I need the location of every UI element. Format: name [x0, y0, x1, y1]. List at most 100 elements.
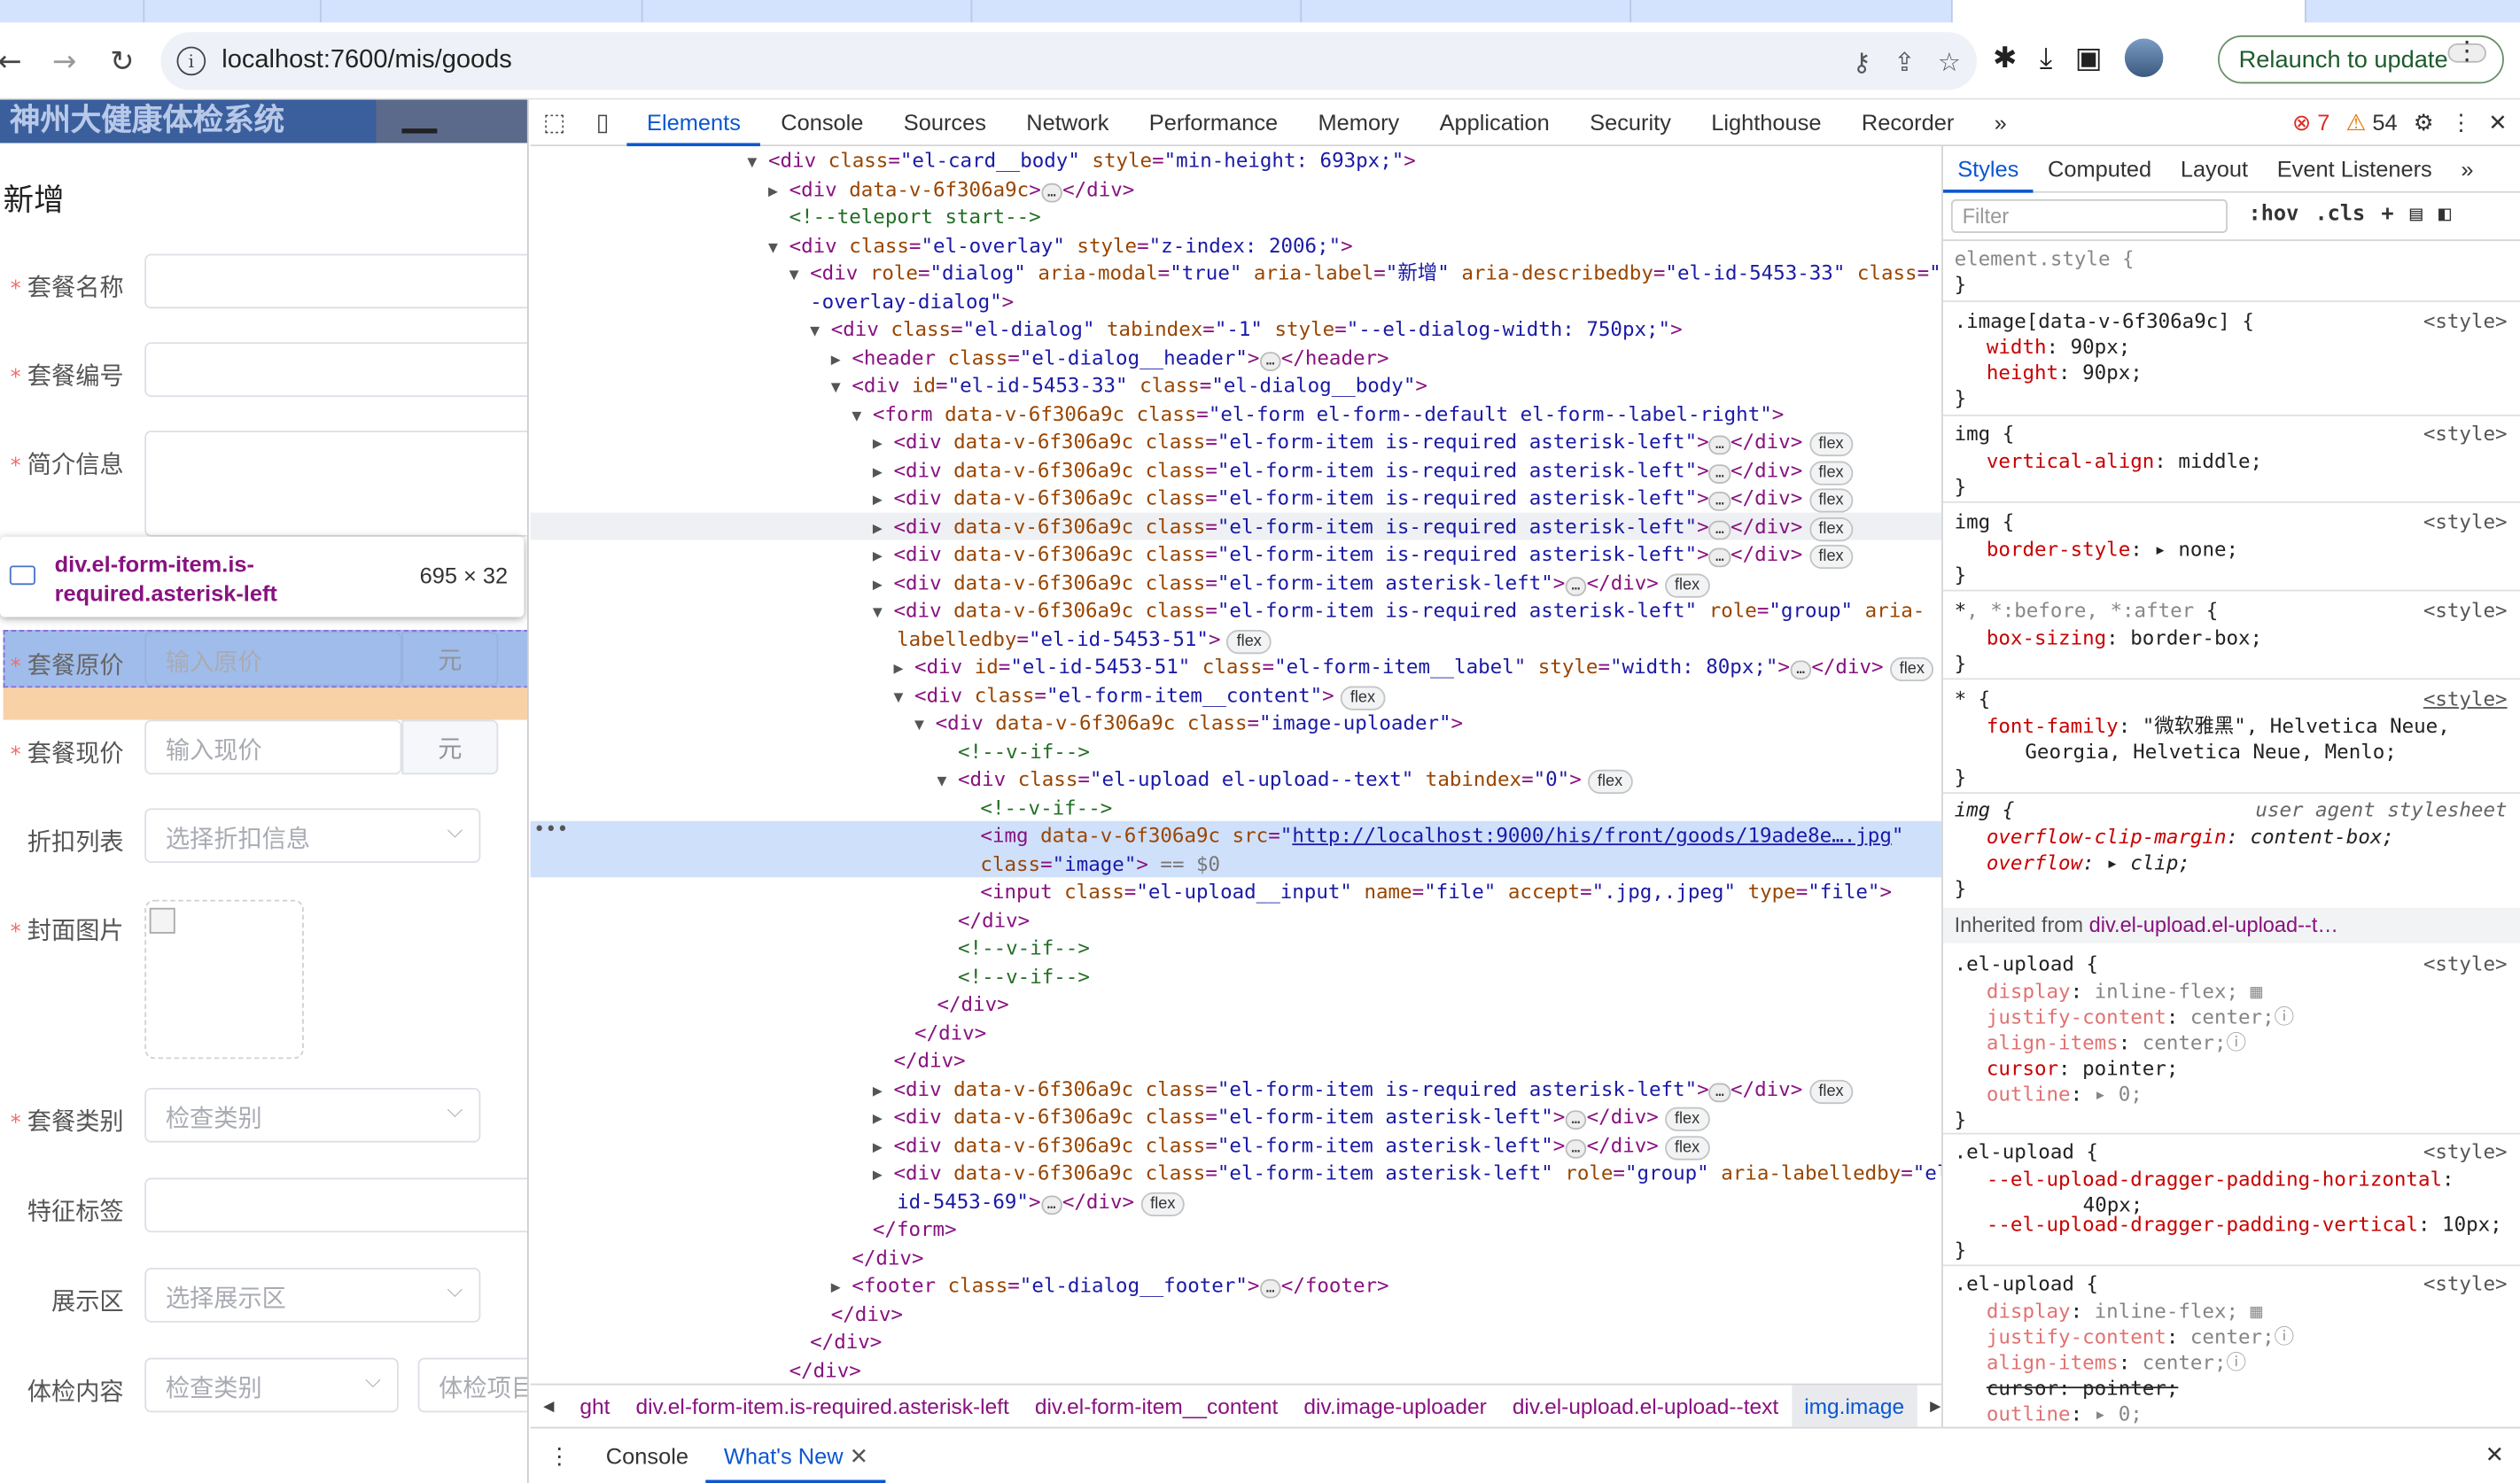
reload-icon[interactable]: ↻ [99, 39, 144, 84]
side-panel-icon[interactable]: ▣ [2075, 41, 2103, 74]
relaunch-button[interactable]: Relaunch to update ⋮ [2218, 35, 2504, 84]
css-declaration[interactable]: outline: ▸ 0; [1955, 1082, 2517, 1107]
dom-node[interactable]: </div> [531, 990, 1942, 1018]
css-declaration[interactable]: cursor: pointer; [1955, 1056, 2517, 1082]
more-menu-icon[interactable]: ⋮ [2447, 39, 2486, 65]
package-code-input[interactable] [144, 342, 527, 398]
site-info-icon[interactable]: i [176, 46, 206, 76]
tab-performance[interactable]: Performance [1129, 99, 1298, 146]
exam-item-select[interactable]: 体检项目 [417, 1357, 527, 1413]
tab-elements[interactable]: Elements [626, 99, 761, 146]
error-count[interactable]: ⊗ 7 [2292, 109, 2329, 136]
dom-node[interactable]: <!--v-if--> [531, 737, 1942, 765]
drawer-tab-whats-new[interactable]: What's New ✕ [705, 1429, 886, 1483]
css-declaration[interactable]: justify-content: center;ⓘ [1955, 1005, 2517, 1030]
css-declaration[interactable]: outline: ▸ 0; [1955, 1401, 2517, 1427]
key-icon[interactable]: ⚷ [1852, 46, 1871, 76]
styles-filter-input[interactable]: Filter [1950, 198, 2228, 234]
drawer-menu-icon[interactable]: ⋮ [531, 1429, 588, 1482]
css-selector[interactable]: .image[data-v-6f306a9c] {<style> [1955, 308, 2517, 334]
bookmark-star-icon[interactable]: ☆ [1938, 46, 1961, 76]
dom-node[interactable]: ▼ <div data-v-6f306a9c class="el-form-ite… [531, 596, 1942, 625]
css-declaration[interactable]: vertical-align: middle; [1955, 448, 2517, 474]
dom-node[interactable]: ▼ <form data-v-6f306a9c class="el-form el… [531, 400, 1942, 428]
css-declaration[interactable]: overflow: ▸ clip; [1955, 850, 2517, 876]
settings-gear-icon[interactable]: ⚙ [2414, 109, 2434, 136]
css-declaration[interactable]: display: inline-flex; ▦ [1955, 979, 2517, 1005]
dom-node[interactable]: ▶ <div data-v-6f306a9c class="el-form-ite… [531, 455, 1942, 485]
dom-node[interactable]: ▶ <div data-v-6f306a9c class="el-form-ite… [531, 1159, 1941, 1187]
dom-node[interactable]: </div> [531, 1046, 1942, 1075]
breadcrumb-item[interactable]: div.image-uploader [1291, 1394, 1499, 1417]
dom-node[interactable]: </div> [531, 1243, 1942, 1271]
css-declaration[interactable]: display: inline-flex; ▦ [1955, 1299, 2517, 1324]
browser-tab[interactable] [1302, 0, 1632, 23]
breadcrumb-scroll-left-icon[interactable]: ◂ [531, 1394, 567, 1419]
profile-avatar[interactable] [2124, 38, 2164, 78]
original-price-input[interactable]: 输入原价 [144, 631, 402, 687]
current-price-input[interactable]: 输入现价 [144, 719, 402, 775]
browser-tab[interactable] [972, 0, 1303, 23]
more-tabs-icon[interactable]: » [1974, 99, 2026, 146]
dom-node[interactable]: <!--teleport start--> [531, 203, 1942, 231]
tab-network[interactable]: Network [1007, 99, 1130, 146]
dom-node[interactable]: ▼ <div data-v-6f306a9c class="image-uploa… [531, 709, 1942, 737]
dom-node[interactable]: ▼ <div class="el-overlay" style="z-index:… [531, 230, 1942, 259]
dom-node[interactable]: </form> [531, 1215, 1942, 1243]
css-declaration[interactable]: border-style: ▸ none; [1955, 537, 2517, 563]
more-tabs-icon[interactable]: » [2446, 146, 2488, 192]
tab-sources[interactable]: Sources [883, 99, 1007, 146]
paint-icon[interactable]: ▤ [2410, 203, 2423, 227]
dom-node[interactable]: </div> [531, 1355, 1942, 1384]
breadcrumb-item[interactable]: div.el-upload.el-upload--text [1499, 1394, 1791, 1417]
dom-node[interactable]: ▶ <header class="el-dialog__header">… </he… [531, 343, 1942, 371]
css-declaration[interactable]: height: 90px; [1955, 360, 2517, 385]
image-uploader[interactable] [144, 899, 304, 1060]
download-icon[interactable]: ⤓ [2040, 41, 2052, 74]
close-drawer-icon[interactable]: ✕ [2485, 1441, 2504, 1469]
css-declaration[interactable]: width: 90px; [1955, 334, 2517, 360]
node-actions-icon[interactable]: ••• [533, 818, 568, 840]
css-declaration[interactable]: --el-upload-dragger-padding-horizontal: [1955, 1167, 2517, 1192]
device-toolbar-icon[interactable]: ▯ [579, 108, 626, 136]
css-declaration[interactable]: font-family: "微软雅黑", Helvetica Neue, [1955, 713, 2517, 739]
tags-input[interactable] [144, 1177, 527, 1233]
hover-state-toggle[interactable]: :hov [2249, 203, 2299, 227]
kebab-menu-icon[interactable]: ⋮ [2450, 109, 2472, 136]
css-selector[interactable]: img {user agent stylesheet [1955, 797, 2517, 823]
browser-tab[interactable] [643, 0, 973, 23]
add-rule-icon[interactable]: + [2381, 203, 2393, 227]
tab-event-listeners[interactable]: Event Listeners [2262, 146, 2446, 192]
tab-memory[interactable]: Memory [1298, 99, 1419, 146]
css-selector[interactable]: img {<style> [1955, 421, 2517, 446]
breadcrumb-scroll-right-icon[interactable]: ▸ [1917, 1394, 1941, 1419]
css-declaration-overridden[interactable]: cursor: pointer; [1955, 1376, 2517, 1401]
browser-tab-active[interactable] [1952, 0, 2306, 23]
dom-node[interactable]: ▶ <div data-v-6f306a9c class="el-form-ite… [531, 1102, 1942, 1131]
tab-application[interactable]: Application [1419, 99, 1570, 146]
sidebar-toggle-icon[interactable]: ◧ [2438, 203, 2451, 227]
warning-count[interactable]: ⚠ 54 [2346, 109, 2398, 136]
tab-console[interactable]: Console [761, 99, 884, 146]
dom-node[interactable]: ▶ <footer class="el-dialog__footer">… </fo… [531, 1271, 1942, 1300]
package-name-input[interactable] [144, 253, 527, 309]
inspect-element-icon[interactable]: ⬚ [531, 108, 579, 136]
forward-icon[interactable]: → [42, 39, 87, 84]
tab-lighthouse[interactable]: Lighthouse [1692, 99, 1842, 146]
close-tab-icon[interactable]: ✕ [850, 1442, 868, 1468]
dom-node[interactable]: ▼ <div class="el-upload el-upload--text" … [531, 765, 1942, 795]
description-textarea[interactable] [144, 431, 527, 537]
back-icon[interactable]: ← [0, 39, 32, 84]
breadcrumb-item-current[interactable]: img.image [1791, 1385, 1917, 1427]
dom-node[interactable]: ▶ <div data-v-6f306a9c class="el-form-ite… [531, 484, 1942, 513]
share-icon[interactable]: ⇪ [1894, 46, 1915, 76]
dom-node[interactable]: labelledby="el-id-5453-51"> flex [531, 625, 1942, 654]
dom-node[interactable]: ▶ <div data-v-6f306a9c>… </div> [531, 175, 1942, 203]
browser-tab[interactable] [1631, 0, 1953, 23]
dom-node-selected[interactable]: <img data-v-6f306a9c src="http://localho… [530, 820, 1942, 850]
css-selector[interactable]: *, *:before, *:after {<style> [1955, 598, 2517, 624]
css-declaration[interactable]: --el-upload-dragger-padding-vertical: 10… [1955, 1212, 2517, 1238]
css-selector[interactable]: .el-upload {<style> [1955, 1139, 2517, 1165]
css-declaration[interactable]: Georgia, Helvetica Neue, Menlo; [1955, 739, 2517, 765]
css-selector[interactable]: * {<style> [1955, 686, 2517, 711]
